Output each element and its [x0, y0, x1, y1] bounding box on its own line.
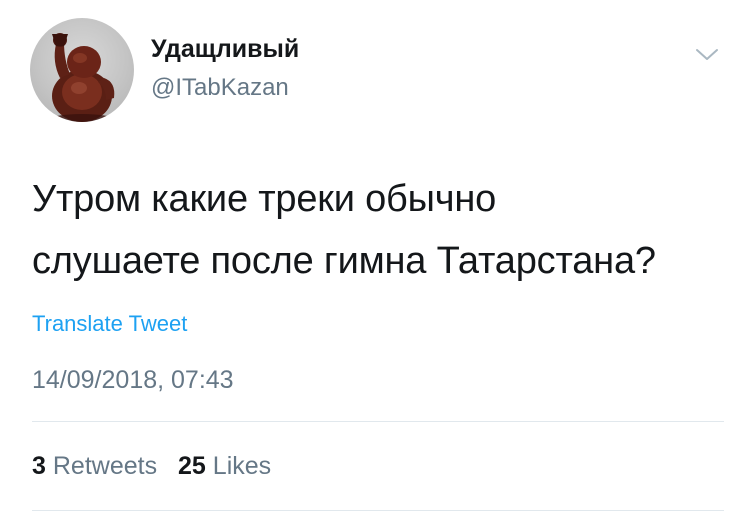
author-display-name[interactable]: Удащливый	[151, 37, 299, 62]
tweet-timestamp[interactable]: 14/09/2018, 07:43	[32, 368, 234, 393]
avatar[interactable]	[30, 18, 134, 122]
tweet-text: Утром какие треки обычно слушаете после …	[32, 168, 732, 292]
divider	[32, 510, 724, 511]
retweets-stat[interactable]: 3 Retweets	[32, 452, 157, 480]
buddha-statue-icon	[48, 33, 116, 122]
likes-count: 25	[178, 452, 206, 480]
retweets-count: 3	[32, 452, 46, 480]
retweets-label: Retweets	[52, 452, 158, 480]
chevron-down-icon[interactable]	[692, 44, 722, 64]
likes-stat[interactable]: 25 Likes	[178, 452, 271, 480]
author-handle[interactable]: @ITabKazan	[151, 76, 289, 100]
translate-tweet-link[interactable]: Translate Tweet	[32, 313, 187, 335]
likes-label: Likes	[212, 452, 272, 480]
tweet-card: Удащливый @ITabKazan Утром какие треки о…	[0, 0, 749, 521]
tweet-stats: 3 Retweets 25 Likes	[32, 454, 285, 479]
tweet-text-line: слушаете после гимна Татарстана?	[32, 240, 656, 282]
tweet-text-line: Утром какие треки обычно	[32, 178, 497, 220]
divider	[32, 421, 724, 422]
